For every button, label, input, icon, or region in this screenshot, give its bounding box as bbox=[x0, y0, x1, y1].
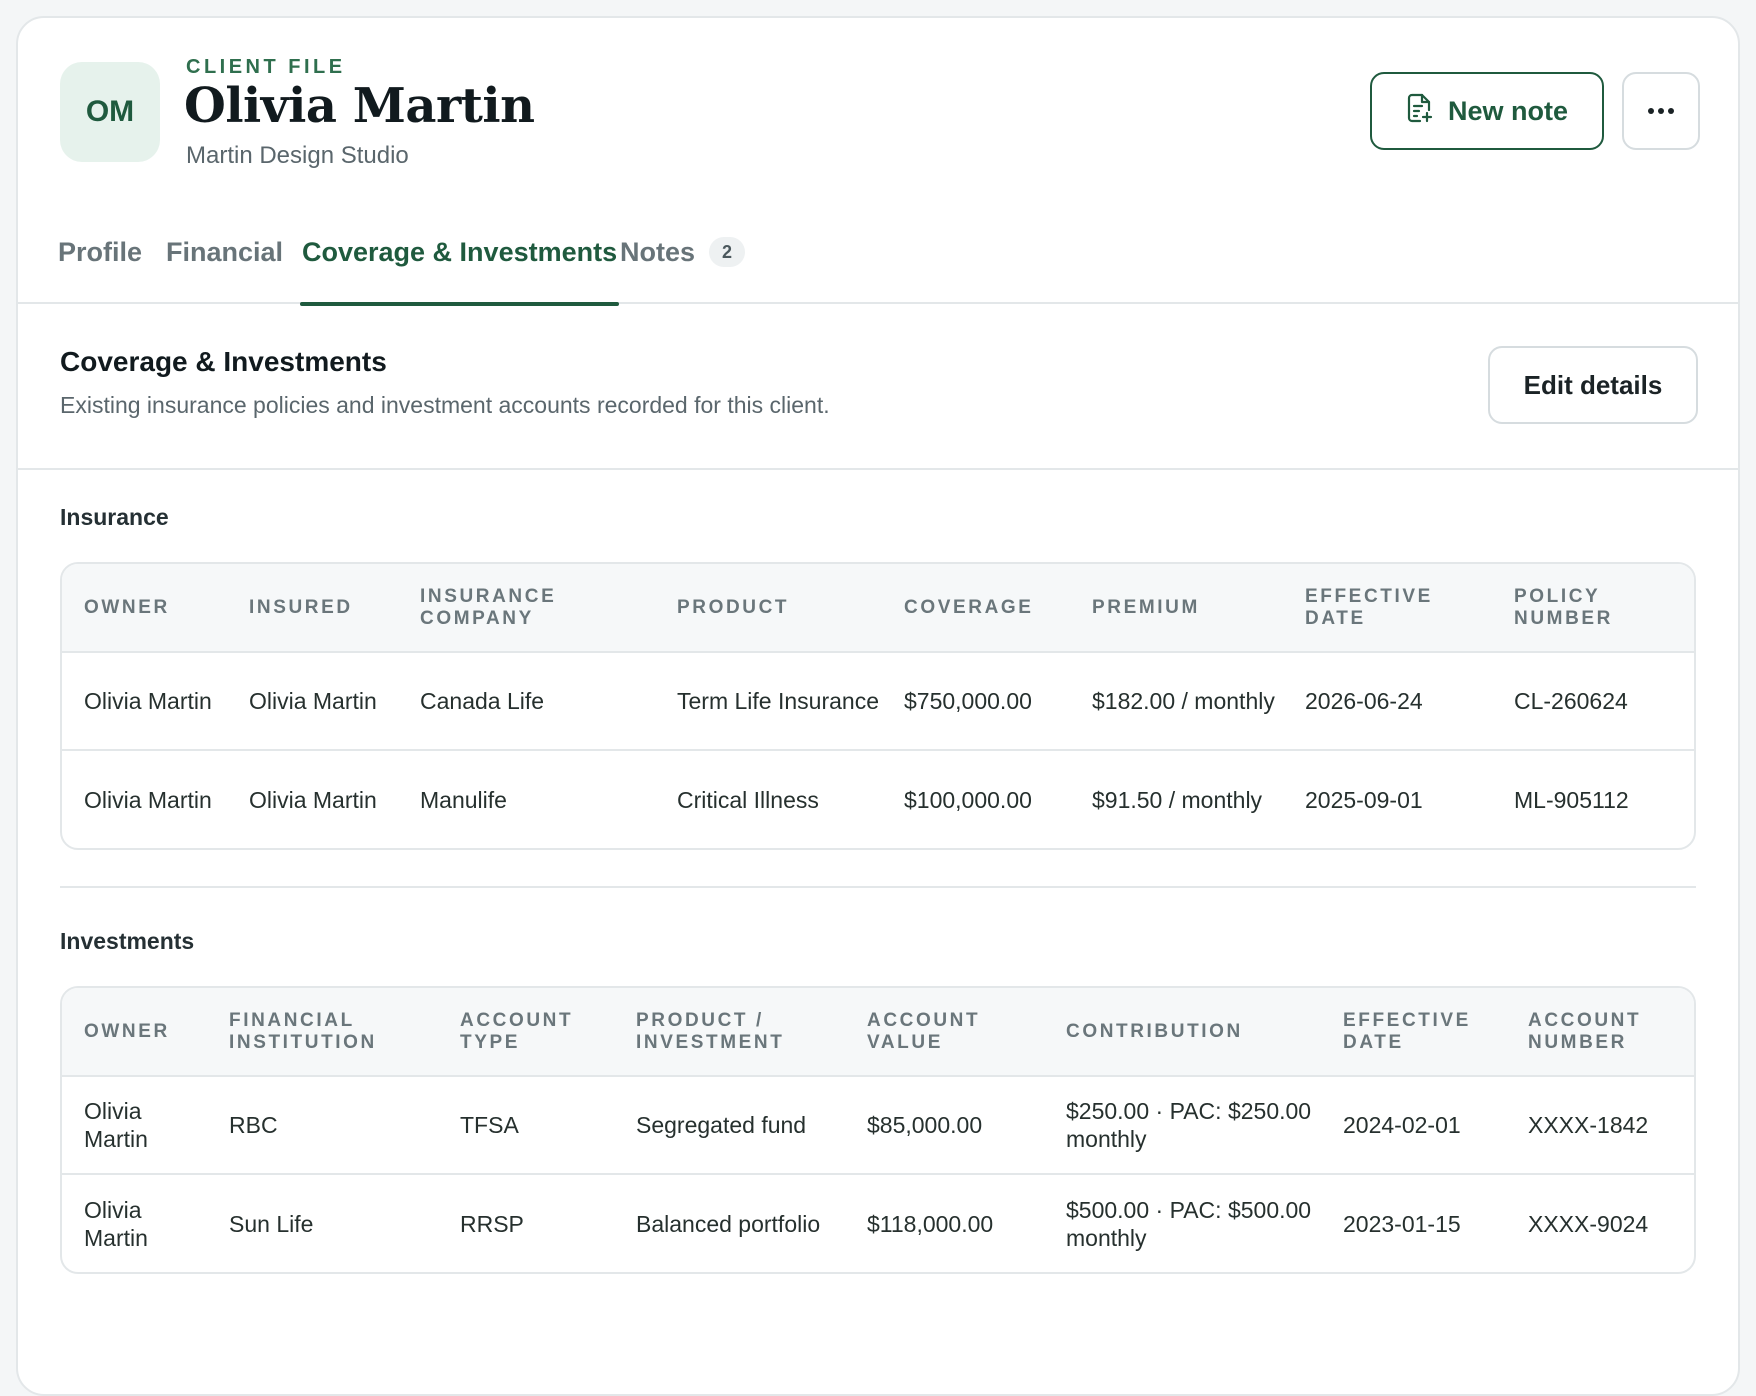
table-cell: $100,000.00 bbox=[882, 749, 1070, 848]
column-header[interactable]: Insurance Company bbox=[398, 564, 655, 653]
column-header[interactable]: Account Number bbox=[1506, 988, 1694, 1077]
table-cell: Segregated fund bbox=[636, 1112, 807, 1138]
tab-bar: Profile Financial Coverage & Investments… bbox=[18, 200, 1738, 306]
table-cell: $500.00 · PAC: $500.00 monthly bbox=[1044, 1173, 1321, 1272]
column-header[interactable]: Contribution bbox=[1044, 988, 1321, 1077]
table-cell: $250.00 · PAC: $250.00 monthly bbox=[1066, 1098, 1312, 1152]
table-cell: 2025-09-01 bbox=[1283, 749, 1492, 848]
table-cell: XXXX-1842 bbox=[1528, 1112, 1649, 1138]
more-options-button[interactable] bbox=[1622, 72, 1700, 150]
client-company: Martin Design Studio bbox=[186, 142, 409, 169]
insurance-table: Owner Insured Insurance Company Product … bbox=[60, 562, 1696, 850]
table-cell: ML-905112 bbox=[1492, 749, 1694, 848]
column-header[interactable]: Product / Investment bbox=[614, 988, 845, 1077]
table-cell: Balanced portfolio bbox=[614, 1173, 845, 1272]
table-header-row: Owner Financial Institution Account Type… bbox=[62, 988, 1694, 1077]
client-file-eyebrow: CLIENT FILE bbox=[186, 56, 346, 78]
column-header[interactable]: Account Type bbox=[438, 988, 614, 1077]
column-header[interactable]: Owner bbox=[62, 564, 227, 653]
column-header[interactable]: Premium bbox=[1070, 564, 1283, 653]
table-cell: $118,000.00 bbox=[845, 1173, 1044, 1272]
table-cell: Sun Life bbox=[207, 1173, 438, 1272]
table-cell: $85,000.00 bbox=[867, 1112, 983, 1138]
table-cell: Olivia Martin bbox=[62, 1173, 207, 1272]
table-cell: Term Life Insurance bbox=[677, 688, 879, 714]
table-cell: Olivia Martin bbox=[62, 749, 227, 848]
section-title: Coverage & Investments bbox=[60, 346, 387, 377]
avatar: OM bbox=[60, 62, 160, 162]
section-header: Coverage & Investments Existing insuranc… bbox=[18, 304, 1738, 470]
tab-label: Coverage & Investments bbox=[302, 236, 618, 267]
tab-label: Profile bbox=[58, 236, 143, 267]
table-cell: RBC bbox=[229, 1112, 278, 1138]
table-cell: 2024-02-01 bbox=[1343, 1112, 1461, 1138]
table-cell: CL-260624 bbox=[1514, 688, 1628, 714]
column-header[interactable]: Effective Date bbox=[1283, 564, 1492, 653]
table-cell: Manulife bbox=[398, 749, 655, 848]
table-row[interactable]: Olivia Martin RBC TFSA Segregated fund $… bbox=[62, 1076, 1694, 1174]
ellipsis-icon bbox=[1647, 102, 1675, 120]
investments-table: Owner Financial Institution Account Type… bbox=[60, 986, 1696, 1274]
table-cell: Critical Illness bbox=[655, 749, 882, 848]
column-header[interactable]: Effective Date bbox=[1321, 988, 1506, 1077]
new-note-button[interactable]: New note bbox=[1370, 72, 1604, 150]
table-row[interactable]: Olivia Martin Sun Life RRSP Balanced por… bbox=[62, 1173, 1694, 1272]
tab-coverage-investments[interactable]: Coverage & Investments bbox=[299, 200, 620, 306]
table-cell: $182.00 / monthly bbox=[1092, 688, 1275, 714]
table-cell: $91.50 / monthly bbox=[1070, 749, 1283, 848]
tab-notes[interactable]: Notes 2 bbox=[620, 200, 746, 304]
column-header[interactable]: Policy Number bbox=[1492, 564, 1694, 653]
tab-label: Notes bbox=[620, 236, 696, 267]
column-header[interactable]: Owner bbox=[62, 988, 207, 1077]
investments-heading: Investments bbox=[60, 928, 195, 954]
tab-profile[interactable]: Profile bbox=[58, 200, 142, 304]
tab-financial[interactable]: Financial bbox=[166, 200, 283, 304]
table-cell: Olivia Martin bbox=[84, 1098, 148, 1152]
insurance-heading: Insurance bbox=[60, 504, 169, 530]
table-cell: TFSA bbox=[460, 1112, 519, 1138]
column-header[interactable]: Product bbox=[655, 564, 882, 653]
table-row[interactable]: Olivia Martin Olivia Martin Manulife Cri… bbox=[62, 749, 1694, 848]
file-plus-icon bbox=[1406, 93, 1434, 130]
table-cell: Olivia Martin bbox=[249, 688, 377, 714]
tab-label: Financial bbox=[166, 236, 284, 267]
table-cell: RRSP bbox=[438, 1173, 614, 1272]
column-header[interactable]: Coverage bbox=[882, 564, 1070, 653]
table-cell: Canada Life bbox=[420, 688, 545, 714]
column-header[interactable]: Account Value bbox=[845, 988, 1044, 1077]
table-cell: Olivia Martin bbox=[84, 688, 212, 714]
section-divider bbox=[60, 886, 1696, 888]
section-subtitle: Existing insurance policies and investme… bbox=[60, 392, 830, 418]
table-cell: 2023-01-15 bbox=[1321, 1173, 1506, 1272]
table-cell: $750,000.00 bbox=[904, 688, 1032, 714]
notes-count-badge: 2 bbox=[709, 237, 746, 267]
client-name: Olivia Martin bbox=[184, 78, 535, 134]
new-note-label: New note bbox=[1447, 95, 1568, 126]
table-cell: XXXX-9024 bbox=[1506, 1173, 1694, 1272]
table-cell: Olivia Martin bbox=[227, 749, 398, 848]
client-file-card: OM CLIENT FILE Olivia Martin Martin Desi… bbox=[16, 16, 1740, 1396]
table-cell: 2026-06-24 bbox=[1305, 688, 1423, 714]
column-header[interactable]: Financial Institution bbox=[207, 988, 438, 1077]
edit-details-button[interactable]: Edit details bbox=[1488, 346, 1698, 424]
table-row[interactable]: Olivia Martin Olivia Martin Canada Life … bbox=[62, 652, 1694, 750]
table-header-row: Owner Insured Insurance Company Product … bbox=[62, 564, 1694, 653]
column-header[interactable]: Insured bbox=[227, 564, 398, 653]
